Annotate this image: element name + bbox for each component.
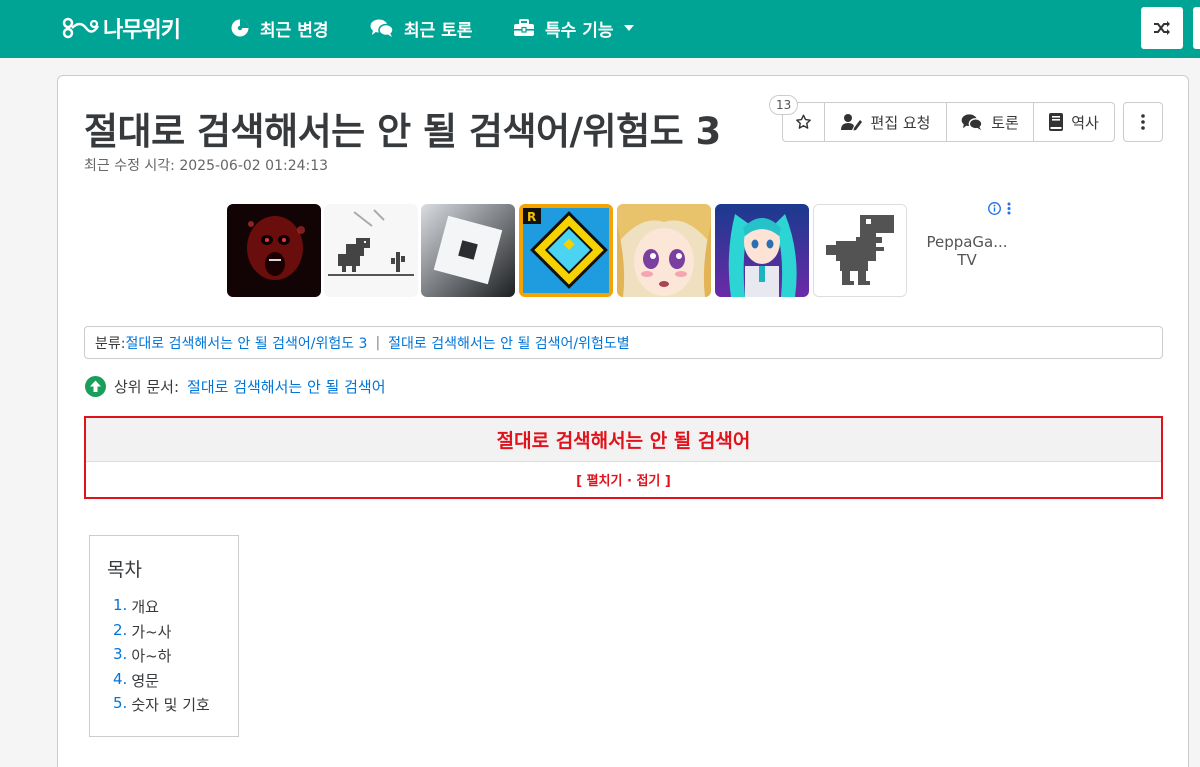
toc-item-number[interactable]: 1. [113,596,127,621]
nav-recent-changes[interactable]: 최근 변경 [230,14,328,42]
toc-item-number[interactable]: 3. [113,645,127,670]
category-link[interactable]: 절대로 검색해서는 안 될 검색어/위험도 3 [125,333,367,353]
table-of-contents: 목차 1. 개요 2. 가~사 3. 아~하 4. 영문 5. 숫자 및 기호 [89,535,239,737]
toc-title: 목차 [107,559,142,581]
discuss-label: 토론 [991,113,1019,132]
category-label: 분류: [95,335,126,352]
parent-document-label: 상위 문서: [114,377,180,396]
category-link[interactable]: 절대로 검색해서는 안 될 검색어/위험도별 [388,333,629,353]
edit-request-button[interactable]: 편집 요청 [825,103,947,141]
history-button[interactable]: 역사 [1034,103,1114,141]
star-count-badge: 13 [769,95,799,115]
toc-item-number[interactable]: 5. [113,694,127,719]
comments-icon [370,19,394,37]
red-face-thumbnail[interactable] [227,204,321,297]
vocaloid-thumbnail[interactable] [715,204,809,297]
book-icon [1049,113,1064,131]
vertical-dots-icon [1141,114,1145,130]
toolbox-icon [514,19,534,36]
parent-document: 상위 문서: 절대로 검색해서는 안 될 검색어 [85,375,386,397]
info-icon[interactable] [988,202,1001,215]
navbox-toggle[interactable]: [ 펼치기 · 접기 ] [86,462,1161,497]
namuwiki-logo[interactable]: 나무위키 [62,14,181,43]
parent-document-link[interactable]: 절대로 검색해서는 안 될 검색어 [187,376,385,397]
star-icon [796,114,811,129]
anime-girl-thumbnail[interactable] [617,204,711,297]
shuffle-icon [1154,21,1170,35]
tree-logo-icon [62,17,100,39]
caret-down-icon [624,25,635,31]
toc-item: 4. 영문 [113,670,210,695]
toc-item-text: 아~하 [131,647,172,665]
dino-game-thumbnail[interactable] [324,204,418,297]
discuss-button[interactable]: 토론 [947,103,1034,141]
edit-request-label: 편집 요청 [870,113,931,132]
toc-item-number[interactable]: 4. [113,670,127,695]
svg-text:R: R [527,210,536,224]
compass-icon [231,19,249,37]
navbox-title[interactable]: 절대로 검색해서는 안 될 검색어 [86,418,1161,462]
category-separator: | [375,334,381,351]
user-menu-button[interactable] [1193,7,1200,49]
comments-icon [961,114,983,131]
toc-item: 5. 숫자 및 기호 [113,694,210,719]
navbox: 절대로 검색해서는 안 될 검색어 [ 펼치기 · 접기 ] [84,416,1163,499]
toc-item: 2. 가~사 [113,621,210,646]
ad-channel-label[interactable]: PeppaGa... TV [918,233,1016,269]
ad-menu-dots-icon[interactable] [1007,202,1011,215]
last-modified: 최근 수정 시각: 2025-06-02 01:24:13 [84,158,329,174]
nav-special-features[interactable]: 특수 기능 [513,14,635,42]
toc-list: 1. 개요 2. 가~사 3. 아~하 4. 영문 5. 숫자 및 기호 [113,596,210,719]
toc-item: 1. 개요 [113,596,210,621]
geometry-dash-thumbnail[interactable]: R [519,204,613,297]
nav-recent-discussions-label: 최근 토론 [404,20,473,41]
dino-pixel-thumbnail[interactable] [813,204,907,297]
toc-item-text: 영문 [131,671,159,690]
ad-info-controls [988,202,1011,215]
page-toolbar: 편집 요청 토론 역사 [782,102,1115,142]
history-label: 역사 [1071,113,1099,132]
arrow-up-circle-icon [85,375,106,397]
nav-recent-changes-label: 최근 변경 [260,20,329,41]
user-edit-icon [840,114,862,131]
toc-item-number[interactable]: 2. [113,621,127,646]
more-options-button[interactable] [1123,102,1163,142]
nav-recent-discussions[interactable]: 최근 토론 [370,14,472,42]
toc-item-text: 숫자 및 기호 [131,696,210,714]
toc-item: 3. 아~하 [113,645,210,670]
roblox-logo-thumbnail[interactable] [421,204,515,297]
toc-item-text: 가~사 [131,622,172,641]
page-title: 절대로 검색해서는 안 될 검색어/위험도 3 [84,110,721,153]
category-box: 분류: 절대로 검색해서는 안 될 검색어/위험도 3 | 절대로 검색해서는 … [84,326,1163,359]
random-document-button[interactable] [1141,7,1183,49]
top-navbar: 나무위키 최근 변경 최근 토론 특수 기능 [0,0,1200,58]
nav-special-features-label: 특수 기능 [545,20,614,41]
logo-text: 나무위키 [103,18,181,43]
toc-item-text: 개요 [131,598,159,616]
